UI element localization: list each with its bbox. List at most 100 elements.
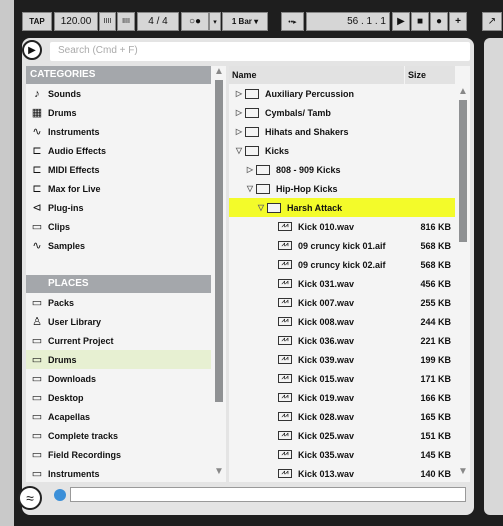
file-row[interactable]: ⩘⩘ Kick 010.wav 816 KB xyxy=(229,217,455,236)
file-row[interactable]: ⩘⩘ Kick 008.wav 244 KB xyxy=(229,312,455,331)
category-item[interactable]: ▭ Clips xyxy=(26,217,211,236)
audio-file-icon: ⩘⩘ xyxy=(278,355,292,364)
scroll-down-icon[interactable]: ▼ xyxy=(458,466,468,477)
file-row[interactable]: ▽ Hip-Hop Kicks xyxy=(229,179,455,198)
file-row[interactable]: ⩘⩘ 09 cruncy kick 01.aif 568 KB xyxy=(229,236,455,255)
tempo-field[interactable]: 120.00 xyxy=(54,12,98,31)
file-row[interactable]: ⩘⩘ Kick 028.wav 165 KB xyxy=(229,407,455,426)
expanded-arrow-icon[interactable]: ▽ xyxy=(233,146,245,155)
file-row[interactable]: ⩘⩘ Kick 013.wav 140 KB xyxy=(229,464,455,483)
file-size: 816 KB xyxy=(420,221,451,232)
headphones-preview-icon[interactable] xyxy=(54,489,66,501)
overdub-button[interactable]: + xyxy=(449,12,467,31)
category-label: MIDI Effects xyxy=(48,164,100,175)
sidebar-scrollbar[interactable] xyxy=(215,80,223,402)
place-item[interactable]: ▭ Acapellas xyxy=(26,407,211,426)
browser-toggle-button[interactable]: ▶ xyxy=(22,40,42,60)
place-item[interactable]: ▭ Downloads xyxy=(26,369,211,388)
folder-icon: ▭ xyxy=(31,373,43,385)
tap-button[interactable]: TAP xyxy=(22,12,52,31)
category-item[interactable]: ∿ Samples xyxy=(26,236,211,255)
file-row[interactable]: ⩘⩘ Kick 015.wav 171 KB xyxy=(229,369,455,388)
file-name: Hihats and Shakers xyxy=(265,126,349,137)
folder-icon xyxy=(256,183,270,194)
file-name: Kick 036.wav xyxy=(298,335,355,346)
nudge-down-button[interactable]: IIII xyxy=(99,12,116,31)
category-label: Drums xyxy=(48,107,77,118)
name-column-header[interactable]: Name xyxy=(229,66,404,84)
audio-file-icon: ⩘⩘ xyxy=(278,412,292,421)
folder-icon xyxy=(245,88,259,99)
play-button[interactable]: ▶ xyxy=(392,12,410,31)
file-size: 568 KB xyxy=(420,240,451,251)
place-item[interactable]: ▭ Current Project xyxy=(26,331,211,350)
preview-waveform[interactable] xyxy=(70,487,466,502)
record-button[interactable]: ● xyxy=(430,12,448,31)
stop-button[interactable]: ■ xyxy=(411,12,429,31)
file-size: 568 KB xyxy=(420,259,451,270)
place-item[interactable]: ♙ User Library xyxy=(26,312,211,331)
collapsed-arrow-icon[interactable]: ▷ xyxy=(233,108,245,117)
file-row[interactable]: ⩘⩘ Kick 039.wav 199 KB xyxy=(229,350,455,369)
audio-file-icon: ⩘⩘ xyxy=(278,374,292,383)
collapsed-arrow-icon[interactable]: ▷ xyxy=(233,89,245,98)
collapsed-arrow-icon[interactable]: ▷ xyxy=(233,127,245,136)
folder-icon: ▭ xyxy=(31,430,43,442)
folder-icon: ▭ xyxy=(31,335,43,347)
metronome-dropdown[interactable]: ▾ xyxy=(209,12,221,31)
file-row[interactable]: ⩘⩘ Kick 031.wav 456 KB xyxy=(229,274,455,293)
category-item[interactable]: ⊏ Max for Live xyxy=(26,179,211,198)
place-item[interactable]: ▭ Complete tracks xyxy=(26,426,211,445)
file-size: 244 KB xyxy=(420,316,451,327)
file-row[interactable]: ▷ Cymbals/ Tamb xyxy=(229,103,455,122)
category-item[interactable]: ⊏ Audio Effects xyxy=(26,141,211,160)
search-input[interactable]: Search (Cmd + F) xyxy=(50,42,470,61)
file-list-scrollbar[interactable] xyxy=(459,100,467,242)
place-label: Acapellas xyxy=(48,411,91,422)
nudge-up-button[interactable]: IIII xyxy=(117,12,135,31)
file-row[interactable]: ▽ Kicks xyxy=(229,141,455,160)
scroll-up-icon[interactable]: ▲ xyxy=(214,66,224,77)
file-row[interactable]: ▷ Hihats and Shakers xyxy=(229,122,455,141)
expanded-arrow-icon[interactable]: ▽ xyxy=(255,203,267,212)
category-item[interactable]: ▦ Drums xyxy=(26,103,211,122)
file-name: 09 cruncy kick 01.aif xyxy=(298,240,386,251)
quantize-dropdown[interactable]: 1 Bar ▾ xyxy=(222,12,268,31)
category-item[interactable]: ⊲ Plug-ins xyxy=(26,198,211,217)
file-row[interactable]: ⩘⩘ 09 cruncy kick 02.aif 568 KB xyxy=(229,255,455,274)
groove-pool-button[interactable]: ≈ xyxy=(18,486,42,510)
file-name: Kick 013.wav xyxy=(298,468,355,479)
file-row[interactable]: ▽ Harsh Attack xyxy=(229,198,455,217)
place-item[interactable]: ▭ Desktop xyxy=(26,388,211,407)
category-label: Max for Live xyxy=(48,183,101,194)
size-column-header[interactable]: Size xyxy=(405,66,455,84)
place-item[interactable]: ▭ Packs xyxy=(26,293,211,312)
file-name: Kick 007.wav xyxy=(298,297,355,308)
file-name: Kick 008.wav xyxy=(298,316,355,327)
file-row[interactable]: ⩘⩘ Kick 035.wav 145 KB xyxy=(229,445,455,464)
collapsed-arrow-icon[interactable]: ▷ xyxy=(244,165,256,174)
automation-arm-button[interactable]: ↗ xyxy=(482,12,502,31)
place-item[interactable]: ▭ Drums xyxy=(26,350,211,369)
file-row[interactable]: ▷ Auxiliary Percussion xyxy=(229,84,455,103)
time-signature-field[interactable]: 4 / 4 xyxy=(137,12,179,31)
file-row[interactable]: ⩘⩘ Kick 025.wav 151 KB xyxy=(229,426,455,445)
follow-button[interactable]: ••▸ xyxy=(281,12,304,31)
scroll-up-icon[interactable]: ▲ xyxy=(458,86,468,97)
scroll-down-icon[interactable]: ▼ xyxy=(214,466,224,477)
category-item[interactable]: ∿ Instruments xyxy=(26,122,211,141)
expanded-arrow-icon[interactable]: ▽ xyxy=(244,184,256,193)
file-row[interactable]: ⩘⩘ Kick 036.wav 221 KB xyxy=(229,331,455,350)
arrangement-position-field[interactable]: 56 . 1 . 1 xyxy=(306,12,390,31)
file-row[interactable]: ▷ 808 - 909 Kicks xyxy=(229,160,455,179)
file-row[interactable]: ⩘⩘ Kick 019.wav 166 KB xyxy=(229,388,455,407)
category-icon: ∿ xyxy=(32,240,42,252)
category-label: Plug-ins xyxy=(48,202,84,213)
place-label: Field Recordings xyxy=(48,449,122,460)
file-row[interactable]: ⩘⩘ Kick 007.wav 255 KB xyxy=(229,293,455,312)
place-item[interactable]: ▭ Field Recordings xyxy=(26,445,211,464)
metronome-button[interactable]: ○● xyxy=(181,12,209,31)
category-item[interactable]: ♪ Sounds xyxy=(26,84,211,103)
place-item[interactable]: ▭ Instruments xyxy=(26,464,211,483)
category-item[interactable]: ⊏ MIDI Effects xyxy=(26,160,211,179)
